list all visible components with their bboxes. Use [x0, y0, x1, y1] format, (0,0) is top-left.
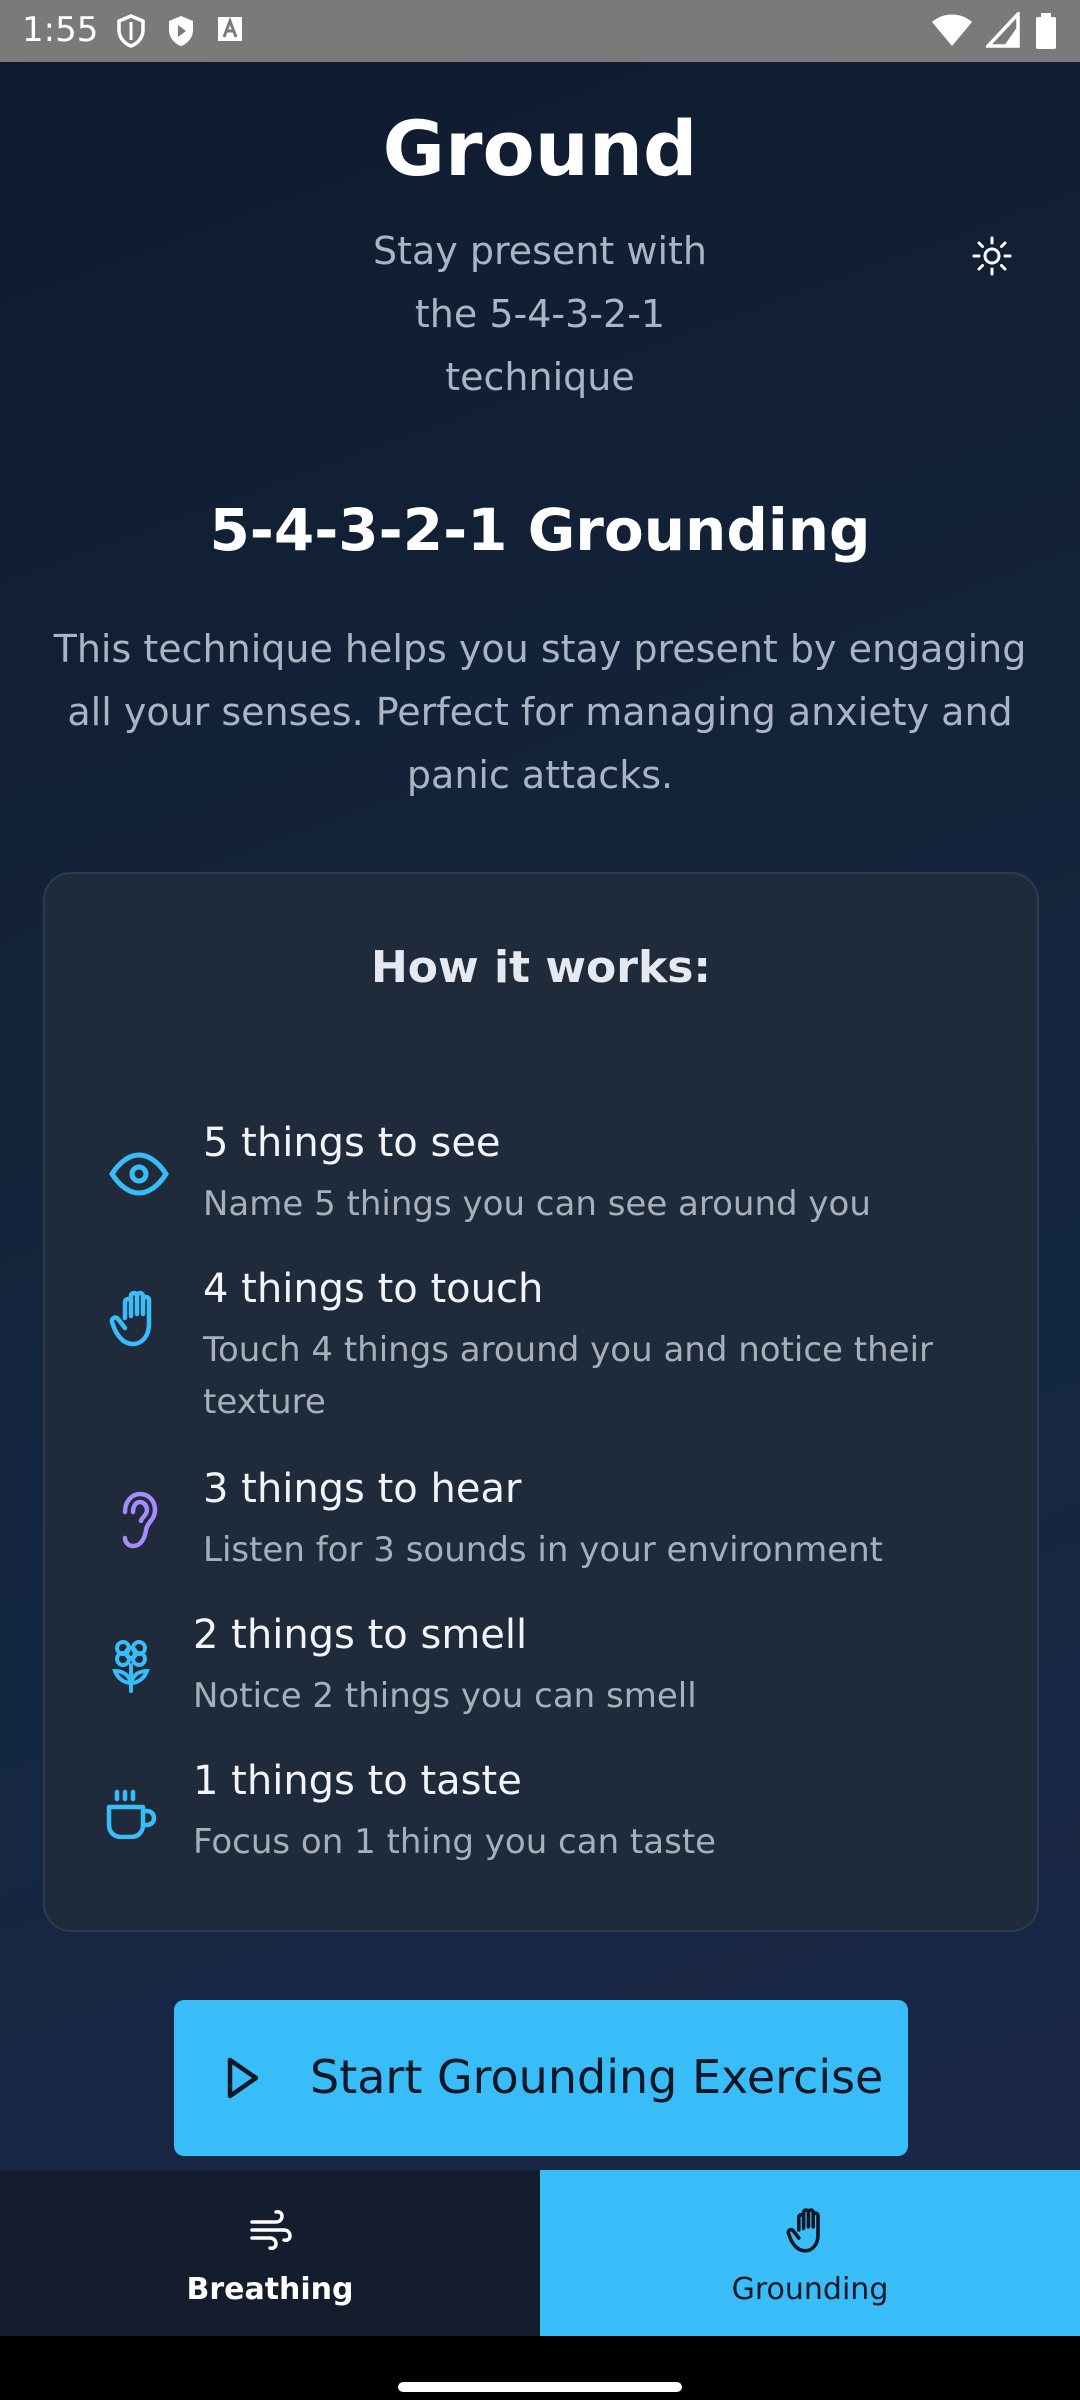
wind-icon — [246, 2206, 294, 2254]
nav-item-grounding[interactable]: Grounding — [540, 2170, 1080, 2336]
step-description: Listen for 3 sounds in your environment — [203, 1530, 884, 1570]
app-subtitle: Stay present with the 5-4-3-2-1 techniqu… — [372, 229, 708, 399]
bottom-nav: Breathing Grounding — [0, 2170, 1080, 2336]
nav-label: Breathing — [186, 2272, 354, 2307]
cup-icon — [99, 1782, 163, 1846]
battery-icon — [1034, 12, 1058, 54]
signal-icon — [983, 9, 1020, 54]
flower-icon — [99, 1634, 163, 1698]
shield-outline-icon — [116, 14, 146, 52]
status-bar: 1:55 — [0, 0, 1080, 62]
step-description: Focus on 1 thing you can taste — [193, 1822, 717, 1862]
start-button-label: Start Grounding Exercise — [310, 2050, 884, 2104]
step-description: Touch 4 things around you and notice the… — [203, 1330, 933, 1422]
sun-icon — [972, 236, 1012, 280]
status-icons-left — [116, 14, 244, 52]
app-title: Ground — [382, 104, 698, 193]
wifi-icon — [932, 12, 972, 54]
nav-item-breathing[interactable]: Breathing — [0, 2170, 540, 2336]
step-title: 1 things to taste — [193, 1758, 522, 1804]
how-it-works-card: How it works: 5 things to see Name 5 thi… — [43, 872, 1039, 1932]
step-description: Name 5 things you can see around you — [203, 1184, 871, 1224]
hand-icon — [786, 2206, 834, 2254]
start-grounding-button[interactable]: Start Grounding Exercise — [174, 2000, 908, 2156]
hand-icon — [107, 1286, 171, 1350]
ear-icon — [107, 1488, 171, 1552]
step-title: 3 things to hear — [203, 1466, 522, 1512]
eye-icon — [107, 1142, 171, 1206]
home-indicator[interactable] — [398, 2382, 682, 2392]
nav-label: Grounding — [731, 2272, 889, 2307]
shield-play-icon — [166, 14, 196, 52]
step-title: 5 things to see — [203, 1120, 501, 1166]
status-icons-right — [932, 9, 1058, 54]
section-title: 5-4-3-2-1 Grounding — [209, 496, 871, 564]
play-icon — [214, 2050, 270, 2106]
theme-toggle-button[interactable] — [968, 234, 1016, 282]
card-title: How it works: — [370, 942, 712, 993]
step-title: 2 things to smell — [193, 1612, 528, 1658]
status-time: 1:55 — [22, 10, 99, 50]
step-title: 4 things to touch — [203, 1266, 544, 1312]
font-a-icon — [216, 14, 244, 52]
intro-text: This technique helps you stay present by… — [53, 627, 1027, 797]
step-description: Notice 2 things you can smell — [193, 1676, 697, 1716]
